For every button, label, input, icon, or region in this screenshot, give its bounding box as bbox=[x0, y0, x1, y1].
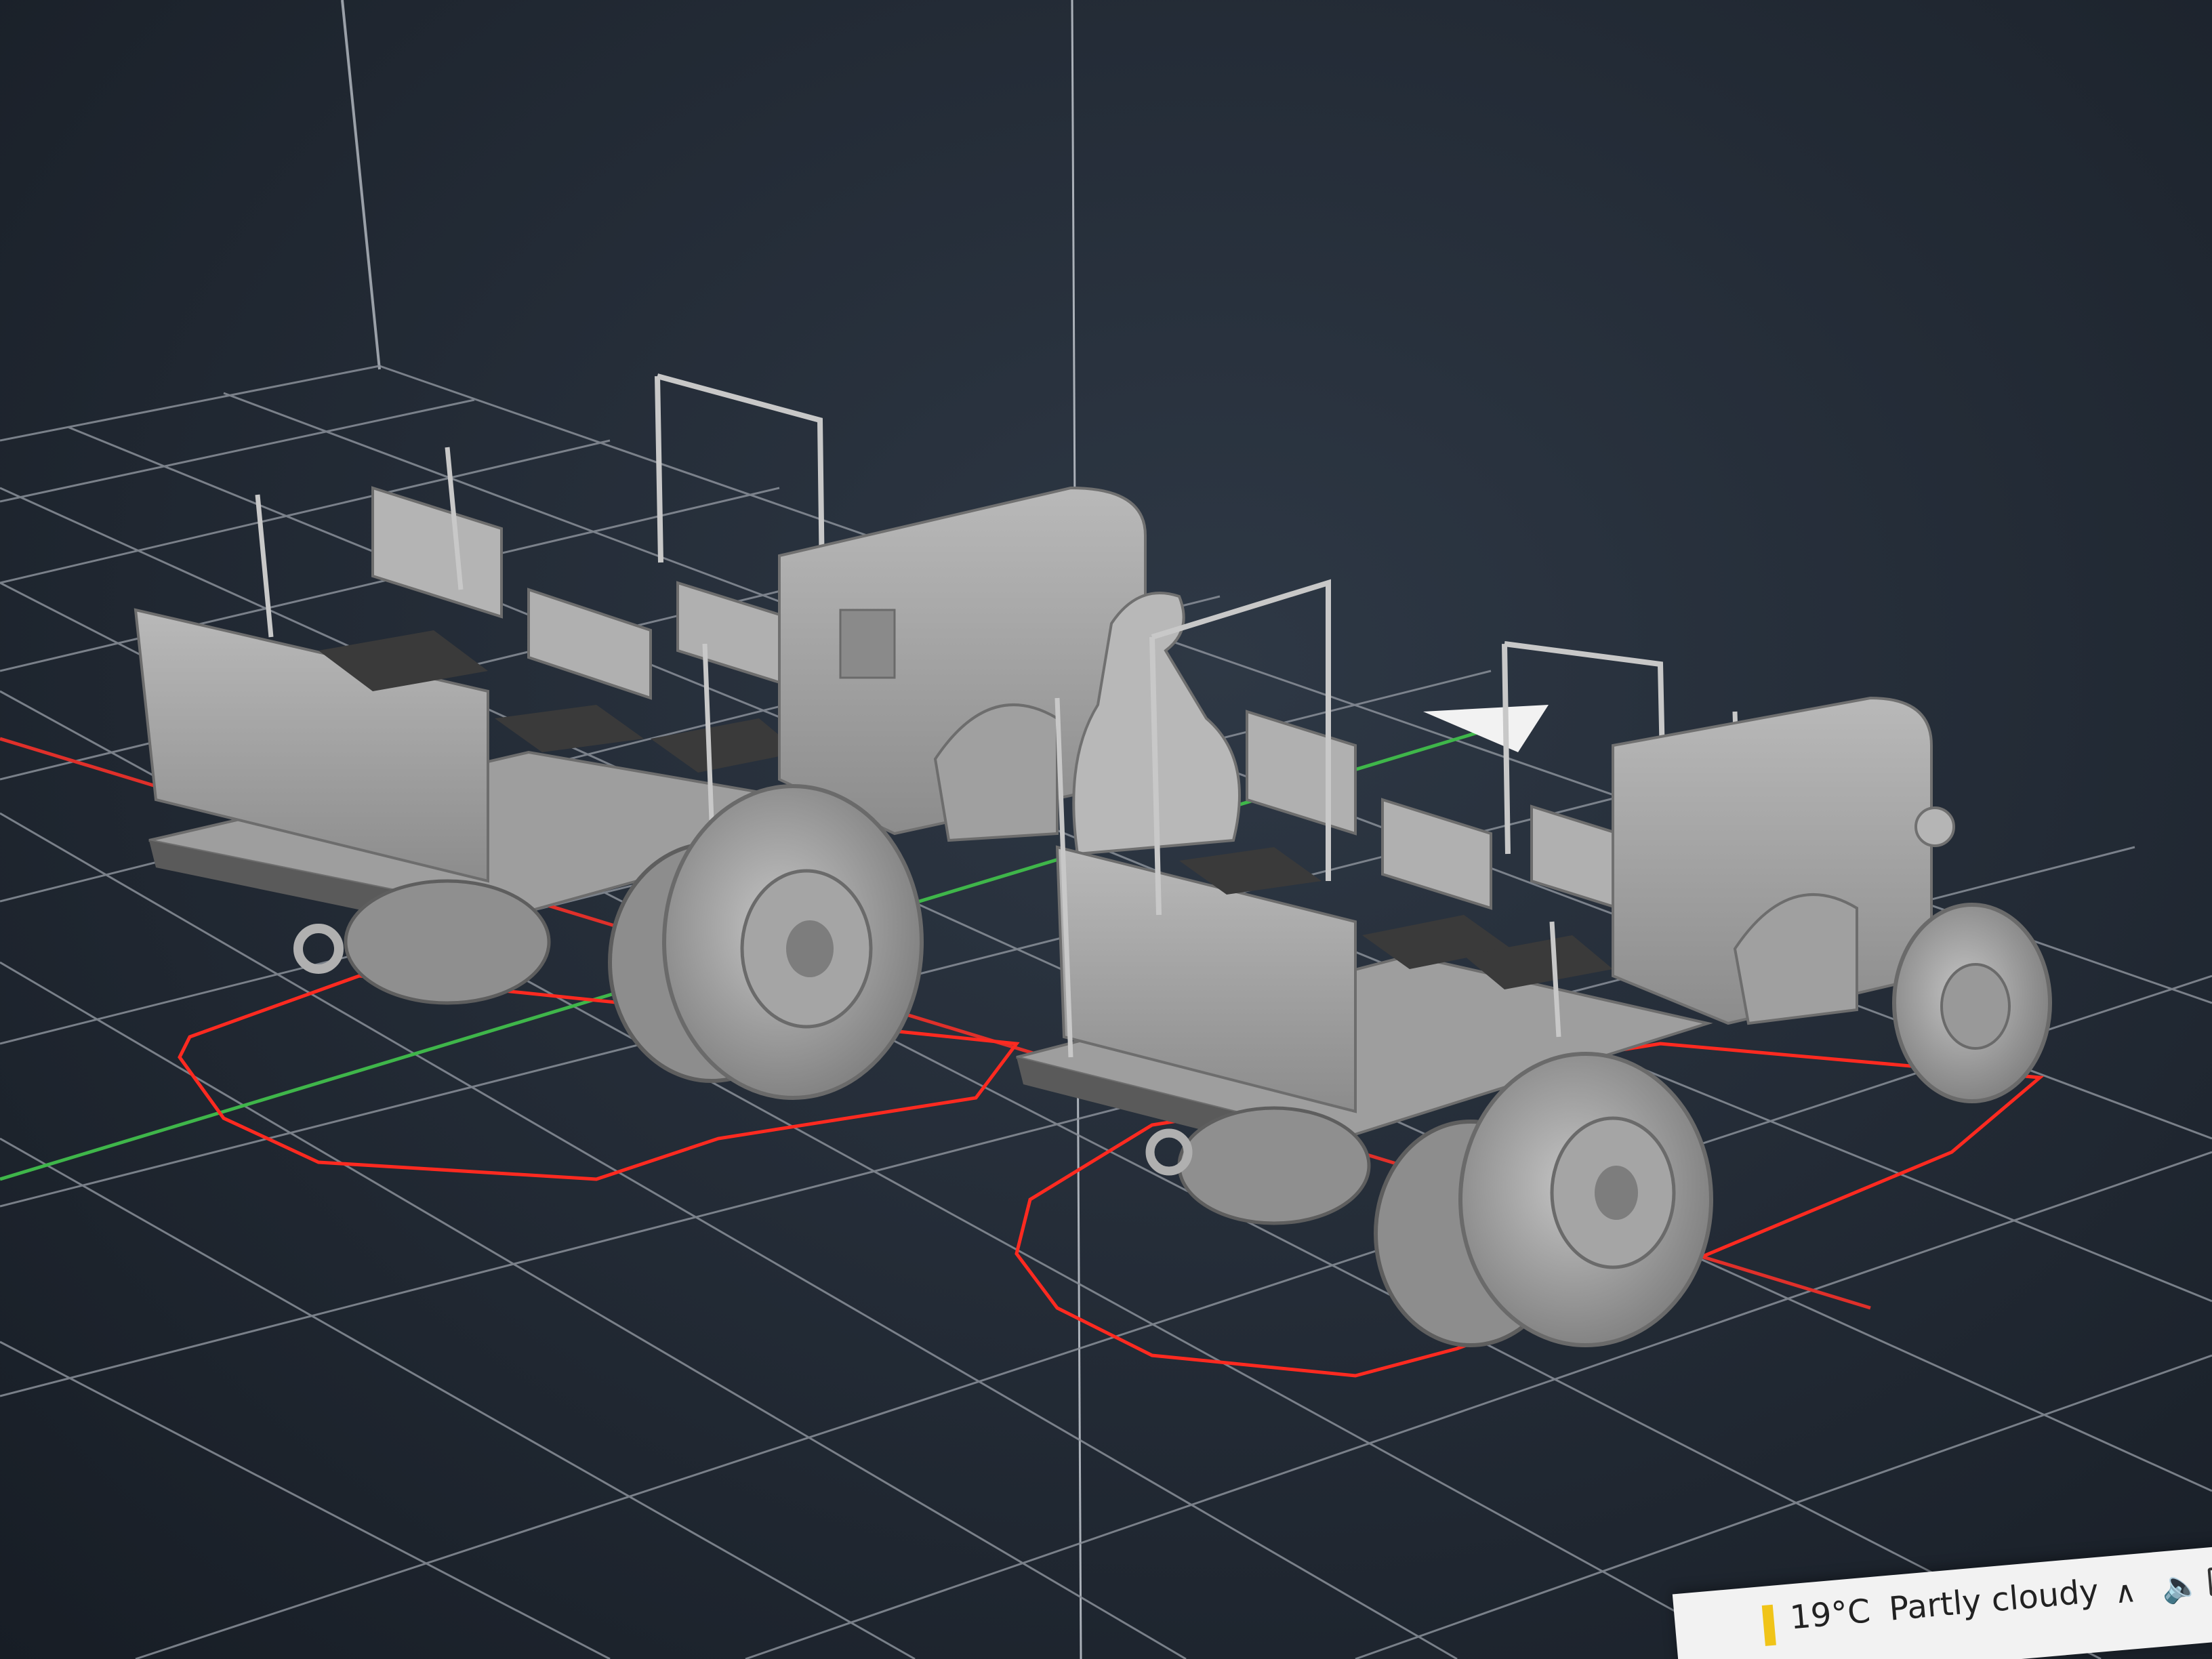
tractor-2-seat bbox=[1381, 798, 1492, 910]
tractor-1-hitch-wheel bbox=[344, 879, 551, 1005]
viewport-scene[interactable] bbox=[0, 0, 2212, 1659]
tractor-1-seat bbox=[527, 588, 652, 700]
3d-viewport[interactable]: 19°C Partly cloudy ∧ 🔈 bbox=[0, 0, 2212, 1659]
tractor-1-seat-cushion bbox=[651, 718, 800, 773]
tractor-2-headlight bbox=[1914, 806, 1955, 847]
tractor-2-rear-hub-center bbox=[1595, 1166, 1638, 1220]
view-guide-line bbox=[341, 0, 381, 370]
tractor-2-seat bbox=[1246, 710, 1357, 836]
speaker-icon[interactable]: 🔈 bbox=[2160, 1566, 2202, 1607]
chevron-up-icon[interactable]: ∧ bbox=[2113, 1574, 2138, 1611]
notifications-icon[interactable] bbox=[2207, 1565, 2212, 1597]
weather-widget[interactable]: 19°C Partly cloudy bbox=[1788, 1570, 2119, 1637]
weather-condition: Partly cloudy bbox=[1887, 1572, 2100, 1629]
tractor-2-front-hub bbox=[1940, 963, 2011, 1050]
tractor-1-bench-back bbox=[371, 486, 503, 619]
tractor-2-hitch-wheel bbox=[1177, 1106, 1371, 1225]
weather-temperature: 19°C bbox=[1788, 1592, 1872, 1637]
tractor-1-rear-hub-center bbox=[786, 920, 834, 977]
tractor-1-radiator-grille bbox=[839, 609, 896, 679]
weather-indicator bbox=[1761, 1604, 1776, 1646]
